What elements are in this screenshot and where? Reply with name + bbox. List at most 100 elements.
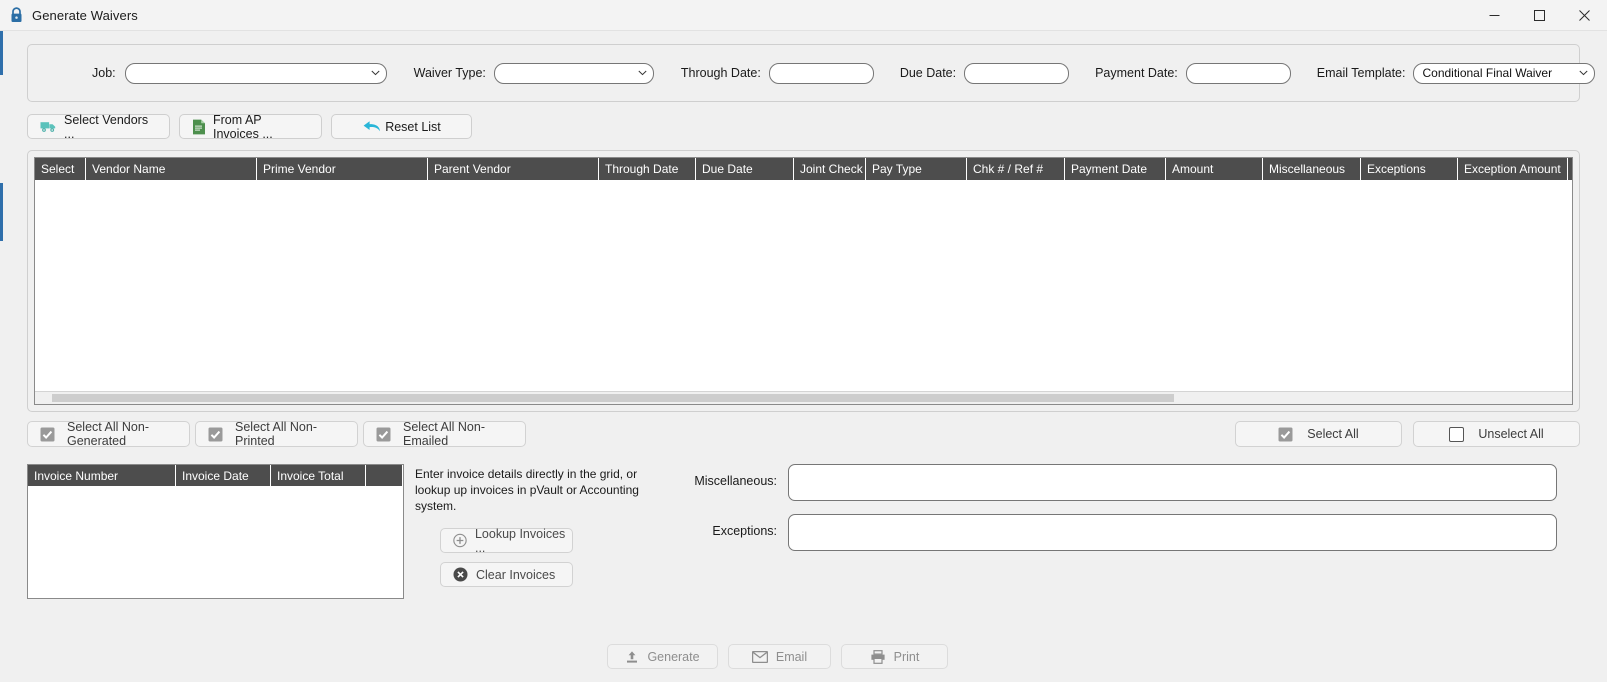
exceptions-input[interactable] xyxy=(788,514,1557,551)
vendor-grid-column-header[interactable]: Amount xyxy=(1166,158,1263,180)
invoice-grid-body[interactable] xyxy=(28,486,403,598)
vendor-grid-column-header[interactable]: Select xyxy=(35,158,86,180)
invoice-grid-column-header[interactable]: Invoice Date xyxy=(176,465,271,486)
column-header-label: Invoice Number xyxy=(34,468,119,483)
payment-date-input[interactable] xyxy=(1185,62,1291,84)
lookup-invoices-button[interactable]: Lookup Invoices ... xyxy=(440,527,573,555)
column-header-label: Miscellaneous xyxy=(1269,162,1346,176)
generate-waivers-window: Generate Waivers Job: Waiver Type: Throu… xyxy=(0,0,1607,682)
miscellaneous-field: Miscellaneous: xyxy=(677,464,1557,501)
email-button[interactable]: Email xyxy=(728,644,831,669)
undo-arrow-icon xyxy=(362,119,382,134)
vendor-grid-column-header[interactable]: Parent Vendor xyxy=(428,158,599,180)
from-ap-invoices-button[interactable]: From AP Invoices ... xyxy=(179,113,322,141)
truck-icon xyxy=(40,120,57,133)
vendor-grid-hscrollbar[interactable] xyxy=(35,391,1572,404)
invoice-grid-column-header[interactable]: Invoice Number xyxy=(28,465,176,486)
column-header-label: Exceptions xyxy=(1367,162,1426,176)
generate-label: Generate xyxy=(647,649,700,664)
print-label: Print xyxy=(893,649,920,664)
print-button[interactable]: Print xyxy=(841,644,948,669)
chevron-down-icon xyxy=(1579,70,1589,76)
plus-circle-icon xyxy=(453,533,467,548)
column-header-label: Prime Vendor xyxy=(263,162,336,176)
email-template-select[interactable]: Conditional Final Waiver xyxy=(1413,62,1596,84)
column-header-label: Select xyxy=(41,162,75,176)
through-date-input[interactable] xyxy=(768,62,874,84)
miscellaneous-input[interactable] xyxy=(788,464,1557,501)
vendor-toolbar: Select Vendors ... From AP Invoices ... xyxy=(27,113,1607,141)
generate-button[interactable]: Generate xyxy=(607,644,718,669)
select-all-non-printed-button[interactable]: Select All Non-Printed xyxy=(195,420,358,448)
chevron-down-icon xyxy=(638,70,647,76)
window-controls xyxy=(1472,0,1607,31)
close-button[interactable] xyxy=(1562,0,1607,31)
vendor-grid-body[interactable] xyxy=(35,180,1572,391)
x-circle-icon xyxy=(453,567,468,582)
title-bar: Generate Waivers xyxy=(0,0,1607,31)
select-all-non-printed-label: Select All Non-Printed xyxy=(235,420,317,448)
vendor-grid-column-header[interactable]: Miscellaneous xyxy=(1263,158,1361,180)
column-header-label: Invoice Total xyxy=(277,468,344,483)
vendor-grid-column-header[interactable]: Through Date xyxy=(599,158,696,180)
email-template-label: Email Template: xyxy=(1316,66,1406,80)
upload-icon xyxy=(627,650,638,663)
unselect-all-button[interactable]: Unselect All xyxy=(1413,421,1580,447)
invoice-grid-column-header[interactable]: Invoice Total xyxy=(271,465,366,486)
checkbox-checked-icon xyxy=(40,427,55,441)
select-vendors-button[interactable]: Select Vendors ... xyxy=(27,113,170,141)
bottom-action-buttons: Generate Email Print xyxy=(607,644,948,669)
column-header-label: Due Date xyxy=(702,162,753,176)
vendor-grid-hscroll-thumb[interactable] xyxy=(52,394,1174,402)
job-select[interactable] xyxy=(124,62,387,84)
reset-list-label: Reset List xyxy=(385,119,441,134)
vendor-grid-column-header[interactable]: Prime Vendor xyxy=(257,158,428,180)
invoice-action-buttons: Lookup Invoices ... Clear Invoices xyxy=(440,527,573,587)
vendor-grid-column-header[interactable]: Chk # / Ref # xyxy=(967,158,1065,180)
reset-list-button[interactable]: Reset List xyxy=(331,114,472,139)
column-header-label: Joint Check xyxy=(800,162,863,176)
select-all-non-emailed-button[interactable]: Select All Non-Emailed xyxy=(363,420,526,448)
checkbox-checked-icon xyxy=(208,427,223,441)
invoice-grid[interactable]: Invoice Number Invoice Date Invoice Total xyxy=(27,464,404,599)
vendor-grid-column-header[interactable]: Due Date xyxy=(696,158,794,180)
lock-icon xyxy=(9,7,24,23)
email-template-field: Email Template: Conditional Final Waiver xyxy=(1316,62,1596,84)
column-header-label: Exception Amount xyxy=(1464,162,1561,176)
payment-date-field: Payment Date: xyxy=(1095,62,1291,84)
minimize-button[interactable] xyxy=(1472,0,1517,31)
select-all-non-generated-button[interactable]: Select All Non-Generated xyxy=(27,420,190,448)
waiver-type-select[interactable] xyxy=(493,62,654,84)
select-all-non-emailed-label: Select All Non-Emailed xyxy=(403,420,485,448)
email-label: Email xyxy=(775,649,808,664)
through-date-field: Through Date: xyxy=(680,62,874,84)
vendor-grid-column-header[interactable]: Exception Amount xyxy=(1458,158,1568,180)
invoice-grid-header: Invoice Number Invoice Date Invoice Total xyxy=(28,465,403,486)
maximize-button[interactable] xyxy=(1517,0,1562,31)
title-bar-left: Generate Waivers xyxy=(0,7,138,23)
job-field: Job: xyxy=(92,62,387,84)
vendor-grid-column-header[interactable]: Joint Check xyxy=(794,158,866,180)
vendor-grid-column-header[interactable]: Payment Date xyxy=(1065,158,1166,180)
column-header-label: Chk # / Ref # xyxy=(973,162,1044,176)
select-all-button[interactable]: Select All xyxy=(1235,421,1402,447)
invoice-detail-section: Invoice Number Invoice Date Invoice Total … xyxy=(27,464,1580,682)
vendor-grid-column-header[interactable]: Exceptions xyxy=(1361,158,1458,180)
vendor-grid-column-header[interactable]: Vendor Name xyxy=(86,158,257,180)
vendor-grid-column-header[interactable]: Pay Type xyxy=(866,158,967,180)
window-title: Generate Waivers xyxy=(32,7,138,23)
miscellaneous-label: Miscellaneous: xyxy=(694,474,777,488)
clear-invoices-button[interactable]: Clear Invoices xyxy=(440,562,573,587)
due-date-input[interactable] xyxy=(964,62,1070,84)
select-all-label: Select All xyxy=(1307,427,1359,441)
job-label: Job: xyxy=(92,66,116,80)
invoice-grid-column-header[interactable] xyxy=(366,465,403,486)
exceptions-label: Exceptions: xyxy=(712,524,777,538)
column-header-label: Invoice Date xyxy=(182,468,249,483)
column-header-label: Payment Date xyxy=(1071,162,1148,176)
column-header-label: Pay Type xyxy=(872,162,922,176)
vendor-grid[interactable]: Select Vendor Name Prime Vendor Parent Vend… xyxy=(34,157,1573,405)
checkbox-unchecked-icon xyxy=(1449,426,1465,442)
through-date-label: Through Date: xyxy=(680,66,761,80)
payment-date-label: Payment Date: xyxy=(1095,66,1178,80)
